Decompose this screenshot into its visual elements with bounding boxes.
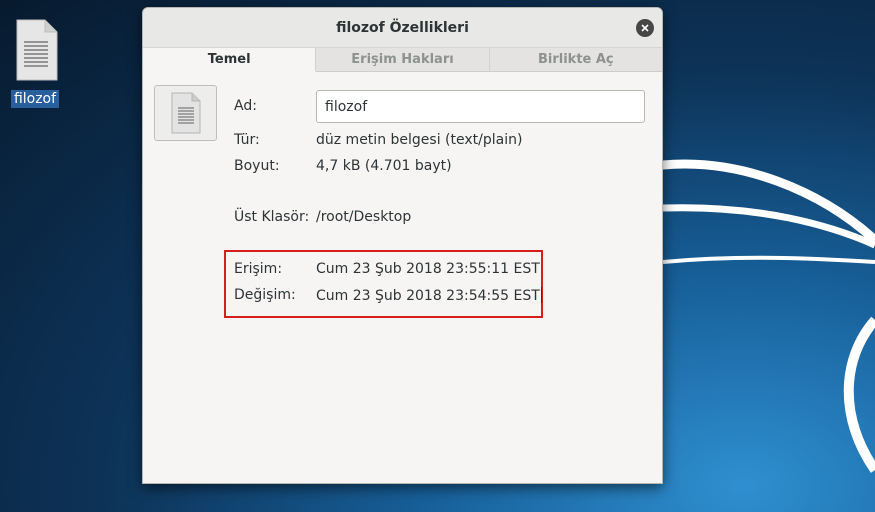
parent-folder-value[interactable]: /root/Desktop bbox=[316, 209, 411, 225]
modified-value-wrap: Cum 23 Şub 2018 23:54:55 EST bbox=[316, 287, 542, 304]
tab-permissions[interactable]: Erişim Hakları bbox=[316, 48, 490, 71]
parent-folder-label: Üst Klasör: bbox=[234, 209, 310, 225]
properties-dialog: filozof Özellikleri Temel Erişim Hakları… bbox=[142, 7, 663, 484]
name-input[interactable]: filozof bbox=[316, 90, 645, 123]
titlebar[interactable]: filozof Özellikleri bbox=[143, 8, 662, 48]
text-caret bbox=[540, 287, 542, 303]
wallpaper-swoosh bbox=[658, 159, 875, 245]
type-value: düz metin belgesi (text/plain) bbox=[316, 132, 523, 148]
tab-bar: Temel Erişim Hakları Birlikte Aç bbox=[143, 48, 662, 72]
tab-basic[interactable]: Temel bbox=[143, 48, 317, 72]
accessed-value: Cum 23 Şub 2018 23:55:11 EST bbox=[316, 261, 540, 277]
tab-open-with[interactable]: Birlikte Aç bbox=[490, 48, 662, 71]
window-title: filozof Özellikleri bbox=[336, 19, 469, 36]
modified-label: Değişim: bbox=[234, 287, 296, 303]
name-label: Ad: bbox=[234, 98, 257, 114]
size-value: 4,7 kB (4.701 bayt) bbox=[316, 158, 452, 174]
basic-tab-content: Ad: filozof Tür: düz metin belgesi (text… bbox=[143, 72, 662, 482]
text-file-icon bbox=[16, 19, 58, 81]
size-label: Boyut: bbox=[234, 158, 280, 174]
text-file-icon bbox=[171, 92, 200, 134]
accessed-label: Erişim: bbox=[234, 261, 283, 277]
desktop-file-icon[interactable]: filozof bbox=[6, 18, 64, 108]
close-button[interactable] bbox=[636, 19, 654, 37]
close-icon bbox=[641, 24, 649, 32]
type-label: Tür: bbox=[234, 132, 260, 148]
desktop-icon-label[interactable]: filozof bbox=[10, 90, 60, 108]
wallpaper-swoosh bbox=[662, 255, 875, 264]
wallpaper-swoosh bbox=[843, 316, 875, 473]
modified-value: Cum 23 Şub 2018 23:54:55 EST bbox=[316, 288, 540, 304]
file-icon-button[interactable] bbox=[154, 85, 217, 141]
